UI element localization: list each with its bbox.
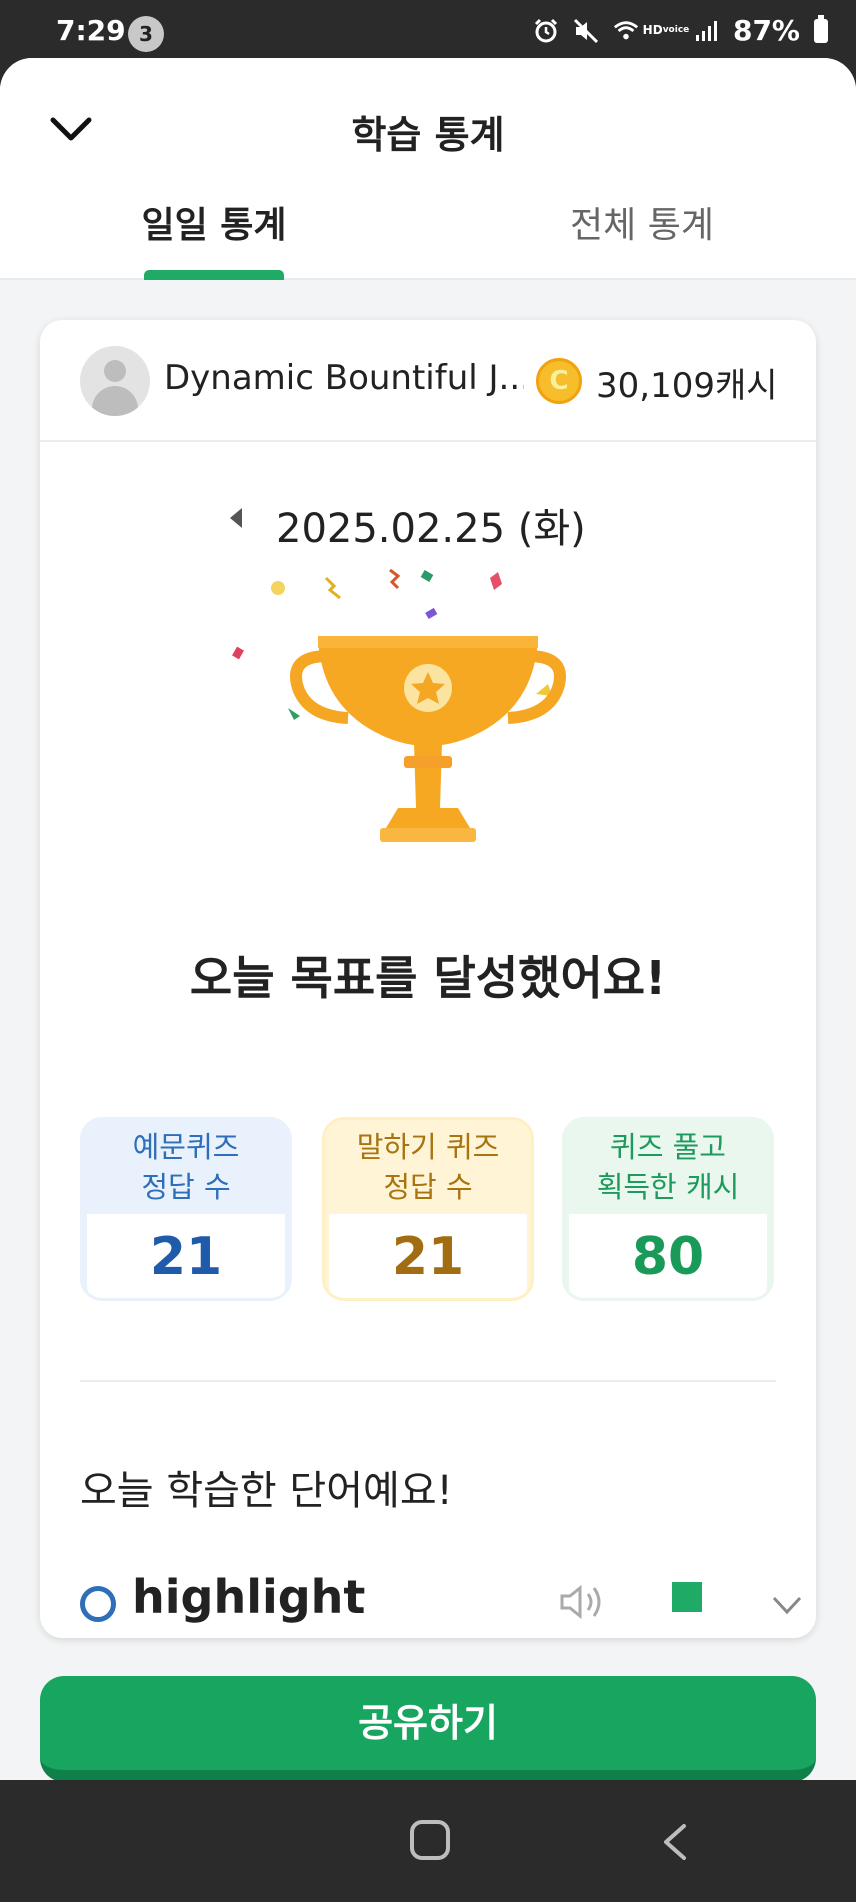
stat-example-quiz: 예문퀴즈 정답 수 21: [80, 1117, 292, 1301]
stat-label: 예문퀴즈: [132, 1130, 240, 1164]
previous-date-arrow-icon[interactable]: [230, 508, 242, 528]
cash-amount: 30,109캐시: [596, 366, 778, 406]
hd-voice-icon: HD voice: [643, 18, 690, 44]
navigation-bar: [0, 1780, 856, 1902]
status-time: 7:29: [56, 14, 126, 47]
alarm-icon: [533, 18, 559, 44]
word-list-item[interactable]: highlight: [80, 1570, 802, 1638]
tab-daily-stats[interactable]: 일일 통계: [64, 196, 364, 248]
learned-words-title: 오늘 학습한 단어예요!: [80, 1468, 453, 1514]
stat-label: 말하기 퀴즈: [356, 1130, 500, 1164]
battery-icon: [814, 14, 828, 43]
current-date: 2025.02.25 (화): [276, 506, 586, 552]
stat-value: 21: [87, 1214, 285, 1298]
speaker-icon[interactable]: [558, 1582, 606, 1622]
stat-label: 정답 수: [383, 1170, 473, 1204]
stat-label: 정답 수: [141, 1170, 231, 1204]
hd-label: HD: [642, 23, 663, 37]
coin-icon: C: [536, 358, 582, 404]
word-text: highlight: [132, 1570, 366, 1624]
share-button[interactable]: 공유하기: [40, 1676, 816, 1780]
wifi-icon: [613, 18, 639, 44]
stats-sheet: 학습 통계 일일 통계 전체 통계 Dynamic Bountiful J...…: [0, 58, 856, 1780]
stat-earned-cash: 퀴즈 풀고 획득한 캐시 80: [562, 1117, 774, 1301]
notification-count-badge: 3: [128, 16, 164, 52]
divider: [80, 1380, 776, 1382]
date-selector: 2025.02.25 (화): [40, 490, 816, 552]
header: 학습 통계 일일 통계 전체 통계: [0, 58, 856, 280]
battery-percent: 87%: [732, 14, 800, 47]
stat-label: 획득한 캐시: [596, 1170, 740, 1204]
stat-label: 퀴즈 풀고: [610, 1130, 726, 1164]
status-bar: 7:29 3 HD voice 87%: [0, 0, 856, 58]
tab-total-stats[interactable]: 전체 통계: [492, 196, 792, 248]
chevron-down-icon[interactable]: [770, 1590, 804, 1620]
stat-value: 80: [569, 1214, 767, 1298]
signal-icon: [693, 18, 719, 44]
active-tab-indicator: [144, 270, 284, 280]
stat-speaking-quiz: 말하기 퀴즈 정답 수 21: [322, 1117, 534, 1301]
home-icon[interactable]: [410, 1820, 450, 1860]
daily-stats-card: Dynamic Bountiful J... C 30,109캐시 2025.0…: [40, 320, 816, 1638]
goal-achieved-message: 오늘 목표를 달성했어요!: [189, 951, 667, 1005]
stat-value: 21: [329, 1214, 527, 1298]
status-icons: HD voice 87%: [533, 14, 828, 47]
voice-label: voice: [662, 25, 690, 35]
back-icon[interactable]: [660, 1822, 690, 1862]
page-title: 학습 통계: [351, 113, 505, 157]
word-status-circle-icon: [80, 1586, 116, 1622]
trophy-icon: [232, 568, 566, 842]
bookmark-square-icon[interactable]: [672, 1582, 702, 1612]
user-name: Dynamic Bountiful J...: [164, 358, 524, 398]
mute-icon: [573, 18, 599, 44]
user-row: Dynamic Bountiful J... C 30,109캐시: [40, 320, 816, 442]
avatar: [80, 346, 150, 416]
